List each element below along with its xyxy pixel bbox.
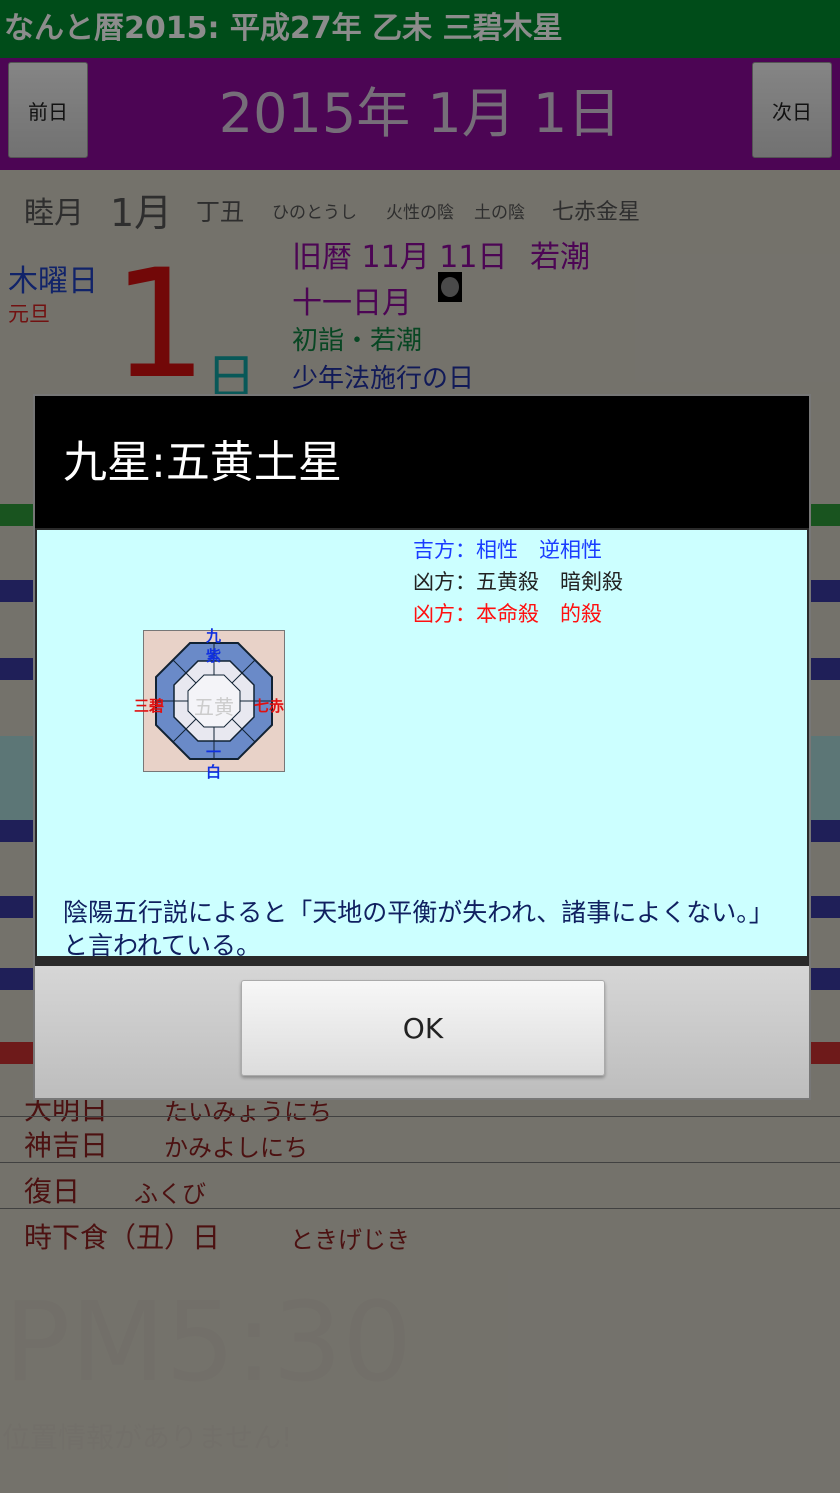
unlucky-directions-1: 凶方：五黄殺 暗剣殺 xyxy=(413,570,623,594)
diagram-top2-label: 紫 xyxy=(206,647,222,665)
diagram-bottom-label: 白 xyxy=(206,763,222,781)
nine-star-diagram: 九 紫 三碧 五黄 七赤 一 白 xyxy=(134,627,285,781)
diagram-center-label: 五黄 xyxy=(194,695,234,719)
ok-button[interactable]: OK xyxy=(241,980,605,1076)
dialog-body: 吉方：相性 逆相性 凶方：五黄殺 暗剣殺 凶方：本命殺 的殺 九 紫 三碧 五黄… xyxy=(37,530,807,960)
diagram-top-label: 九 xyxy=(206,627,222,645)
star-description: 陰陽五行説によると「天地の平衡が失われ、諸事によくない。」と言われている。 xyxy=(63,898,774,960)
diagram-bottom2-label: 一 xyxy=(206,743,222,761)
diagram-right-label: 七赤 xyxy=(254,697,285,715)
dialog-footer: OK xyxy=(35,966,809,1098)
diagram-left-label: 三碧 xyxy=(134,697,165,715)
unlucky-directions-2: 凶方：本命殺 的殺 xyxy=(413,602,602,626)
nine-star-dialog: 九星:五黄土星 吉方：相性 逆相性 凶方：五黄殺 暗剣殺 凶方：本命殺 的殺 九… xyxy=(33,394,811,1100)
lucky-directions: 吉方：相性 逆相性 xyxy=(413,538,602,562)
dialog-title: 九星:五黄土星 xyxy=(35,396,809,528)
